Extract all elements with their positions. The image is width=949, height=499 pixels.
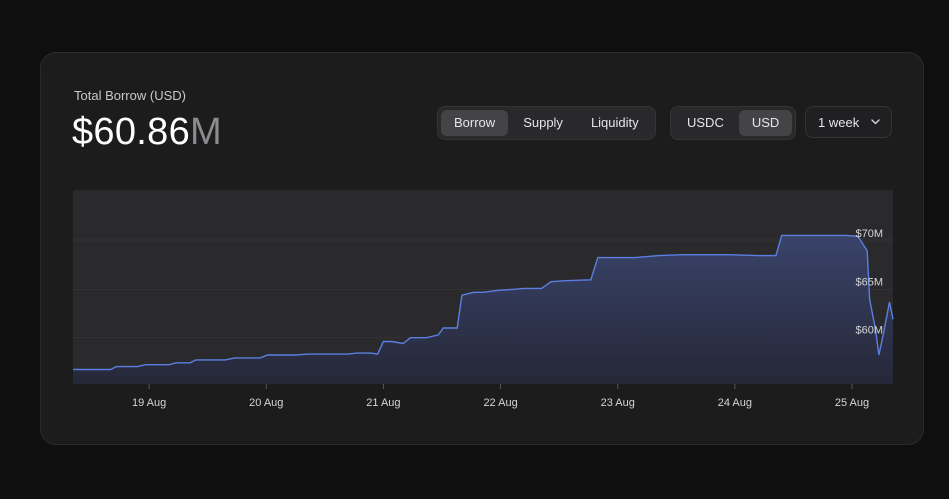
total-borrow-card: Total Borrow (USD) $60.86M Borrow Supply… xyxy=(40,52,924,445)
metric-option-borrow[interactable]: Borrow xyxy=(441,110,509,136)
x-tick-label: 23 Aug xyxy=(601,397,635,409)
x-tick-label: 19 Aug xyxy=(132,397,166,409)
metric-option-supply[interactable]: Supply xyxy=(510,110,576,136)
x-tick-label: 21 Aug xyxy=(366,397,400,409)
y-tick-label: $70M xyxy=(855,228,883,240)
x-tick-label: 22 Aug xyxy=(483,397,517,409)
x-axis-ticks: 19 Aug 20 Aug 21 Aug 22 Aug 23 Aug 24 Aug 25 A… xyxy=(132,384,869,409)
borrow-chart: $60M $65M $70M 19 Aug 20 Aug 21 Aug 22 Aug 23 … xyxy=(73,190,894,420)
y-tick-label: $65M xyxy=(855,276,883,288)
x-tick-label: 20 Aug xyxy=(249,397,283,409)
total-value: $60.86M xyxy=(72,111,222,154)
x-tick-label: 25 Aug xyxy=(835,397,869,409)
x-tick-label: 24 Aug xyxy=(718,397,752,409)
total-value-unit: M xyxy=(190,111,222,153)
currency-toggle: USDC USD xyxy=(670,106,797,140)
metric-option-liquidity[interactable]: Liquidity xyxy=(578,110,652,136)
y-tick-label: $60M xyxy=(855,325,883,337)
currency-option-usd[interactable]: USD xyxy=(738,110,793,136)
total-value-amount: $60.86 xyxy=(72,111,191,153)
card-title: Total Borrow (USD) xyxy=(74,88,186,103)
chevron-down-icon xyxy=(871,119,880,125)
time-range-select[interactable]: 1 week xyxy=(805,106,892,138)
time-range-value: 1 week xyxy=(818,114,860,130)
metric-toggle: Borrow Supply Liquidity xyxy=(437,106,656,140)
currency-option-usdc[interactable]: USDC xyxy=(674,110,737,136)
chart-svg: $60M $65M $70M 19 Aug 20 Aug 21 Aug 22 Aug 23 … xyxy=(73,190,894,409)
